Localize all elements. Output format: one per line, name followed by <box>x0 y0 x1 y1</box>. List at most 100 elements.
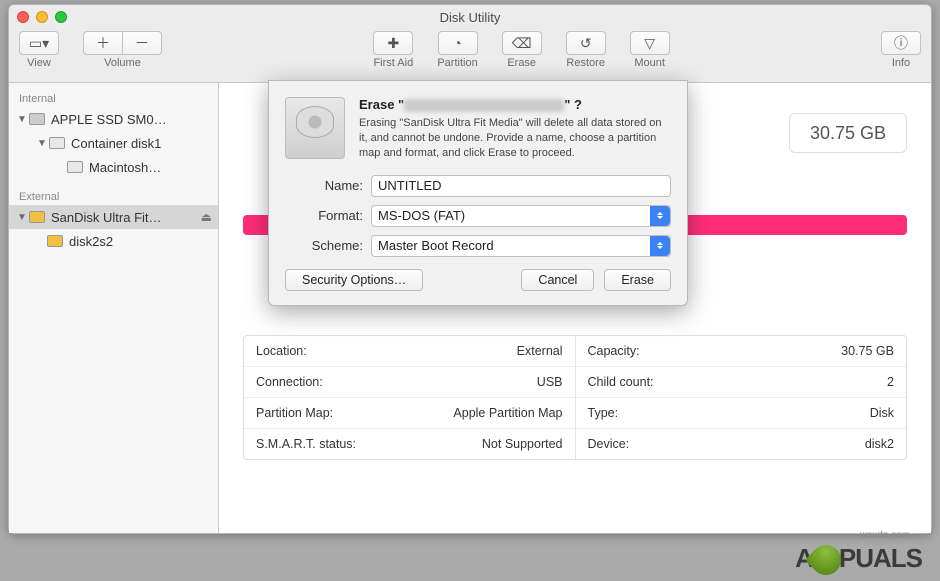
sidebar-icon: ▭▾ <box>29 35 49 52</box>
name-input[interactable]: UNTITLED <box>371 175 671 197</box>
scheme-select[interactable]: Master Boot Record <box>371 235 671 257</box>
mount-icon: ▽ <box>644 35 655 52</box>
sidebar-item-label: Container disk1 <box>71 136 161 151</box>
first-aid-label: First Aid <box>373 57 413 69</box>
info-value: 30.75 GB <box>841 344 894 358</box>
sheet-title-prefix: Erase " <box>359 97 404 112</box>
disk-info-table: Location: External Connection: USB Partiti… <box>243 335 907 460</box>
mount-button[interactable]: ▽ <box>630 31 670 55</box>
volume-label: Volume <box>104 57 141 69</box>
traffic-lights <box>17 11 67 23</box>
sidebar-item-label: Macintosh… <box>89 160 161 175</box>
restore-button[interactable]: ↺ <box>566 31 606 55</box>
zoom-window-button[interactable] <box>55 11 67 23</box>
erase-button[interactable]: ⌫ <box>502 31 542 55</box>
titlebar: Disk Utility <box>9 5 931 29</box>
partition-label: Partition <box>437 57 477 69</box>
info-row-connection: Connection: USB <box>244 367 575 398</box>
volume-remove-button[interactable]: － <box>122 31 162 55</box>
external-volume-icon <box>47 235 63 247</box>
disk-icon <box>29 113 45 125</box>
info-key: Partition Map: <box>256 406 333 420</box>
erase-confirm-button[interactable]: Erase <box>604 269 671 291</box>
sidebar-header-external: External <box>9 187 218 205</box>
info-row-smart: S.M.A.R.T. status: Not Supported <box>244 429 575 459</box>
volume-remove-icon: － <box>135 33 149 53</box>
sheet-description: Erasing "SanDisk Ultra Fit Media" will d… <box>359 116 671 161</box>
info-value: Not Supported <box>482 437 563 451</box>
erase-sheet-dialog: Erase " " ? Erasing "SanDisk Ultra Fit Me… <box>268 80 688 306</box>
info-value: 2 <box>887 375 894 389</box>
chevron-up-down-icon <box>650 236 670 256</box>
volume-icon <box>67 161 83 173</box>
info-key: Type: <box>588 406 619 420</box>
info-value: External <box>517 344 563 358</box>
info-key: Location: <box>256 344 307 358</box>
eject-icon[interactable]: ⏏ <box>201 210 212 224</box>
info-key: S.M.A.R.T. status: <box>256 437 356 451</box>
format-select[interactable]: MS-DOS (FAT) <box>371 205 671 227</box>
sidebar-item-disk2s2[interactable]: disk2s2 <box>9 229 218 253</box>
first-aid-button[interactable]: ✚ <box>373 31 413 55</box>
info-key: Device: <box>588 437 630 451</box>
erase-form: Name: UNTITLED Format: MS-DOS (FAT) Sche… <box>285 175 671 257</box>
volume-group: ＋ － Volume <box>83 31 162 69</box>
format-label: Format: <box>285 208 363 223</box>
close-window-button[interactable] <box>17 11 29 23</box>
erase-icon: ⌫ <box>512 35 532 52</box>
disk-large-icon <box>285 97 345 159</box>
sidebar-item-macintosh[interactable]: Macintosh… <box>9 155 218 179</box>
info-button[interactable]: ⓘ <box>881 31 921 55</box>
volume-add-button[interactable]: ＋ <box>83 31 123 55</box>
cancel-button[interactable]: Cancel <box>521 269 594 291</box>
sidebar: Internal ▼ APPLE SSD SM0… ▼ Container di… <box>9 83 219 533</box>
view-label: View <box>27 57 51 69</box>
toolbar: ▭▾ View ＋ － Volume ✚ First Aid ◔ Partition… <box>9 29 931 83</box>
capacity-summary: 30.75 GB <box>789 113 907 153</box>
sidebar-item-label: APPLE SSD SM0… <box>51 112 167 127</box>
sidebar-item-sandisk[interactable]: ▼ SanDisk Ultra Fit… ⏏ <box>9 205 218 229</box>
scheme-label: Scheme: <box>285 238 363 253</box>
info-row-location: Location: External <box>244 336 575 367</box>
disclosure-triangle-icon[interactable]: ▼ <box>17 212 27 223</box>
sidebar-header-internal: Internal <box>9 89 218 107</box>
disclosure-triangle-icon[interactable]: ▼ <box>17 114 27 125</box>
erase-label: Erase <box>507 57 536 69</box>
sheet-title-suffix: " ? <box>564 97 582 112</box>
info-row-device: Device: disk2 <box>576 429 907 459</box>
info-key: Child count: <box>588 375 654 389</box>
brand-letters-rest: PUALS <box>839 543 922 573</box>
chevron-up-down-icon <box>650 206 670 226</box>
info-key: Connection: <box>256 375 323 389</box>
sheet-title-redacted <box>404 99 564 112</box>
partition-button[interactable]: ◔ <box>438 31 478 55</box>
view-button[interactable]: ▭▾ <box>19 31 59 55</box>
restore-icon: ↺ <box>580 35 592 52</box>
sheet-title: Erase " " ? <box>359 97 671 112</box>
first-aid-icon: ✚ <box>387 35 399 52</box>
container-icon <box>49 137 65 149</box>
info-value: USB <box>537 375 563 389</box>
brand-watermark: APUALS <box>795 543 922 575</box>
format-select-value: MS-DOS (FAT) <box>378 208 465 223</box>
restore-label: Restore <box>566 57 605 69</box>
info-value: disk2 <box>865 437 894 451</box>
info-row-type: Type: Disk <box>576 398 907 429</box>
minimize-window-button[interactable] <box>36 11 48 23</box>
partition-icon: ◔ <box>453 35 461 51</box>
disclosure-triangle-icon[interactable]: ▼ <box>37 138 47 149</box>
security-options-button[interactable]: Security Options… <box>285 269 423 291</box>
info-row-capacity: Capacity: 30.75 GB <box>576 336 907 367</box>
info-key: Capacity: <box>588 344 640 358</box>
view-group: ▭▾ View <box>19 31 59 69</box>
sidebar-item-label: SanDisk Ultra Fit… <box>51 210 162 225</box>
info-value: Apple Partition Map <box>453 406 562 420</box>
info-icon: ⓘ <box>894 33 908 53</box>
info-row-child-count: Child count: 2 <box>576 367 907 398</box>
info-value: Disk <box>870 406 894 420</box>
external-disk-icon <box>29 211 45 223</box>
volume-add-icon: ＋ <box>96 33 110 53</box>
sidebar-item-ssd[interactable]: ▼ APPLE SSD SM0… <box>9 107 218 131</box>
info-row-partition-map: Partition Map: Apple Partition Map <box>244 398 575 429</box>
sidebar-item-container[interactable]: ▼ Container disk1 <box>9 131 218 155</box>
